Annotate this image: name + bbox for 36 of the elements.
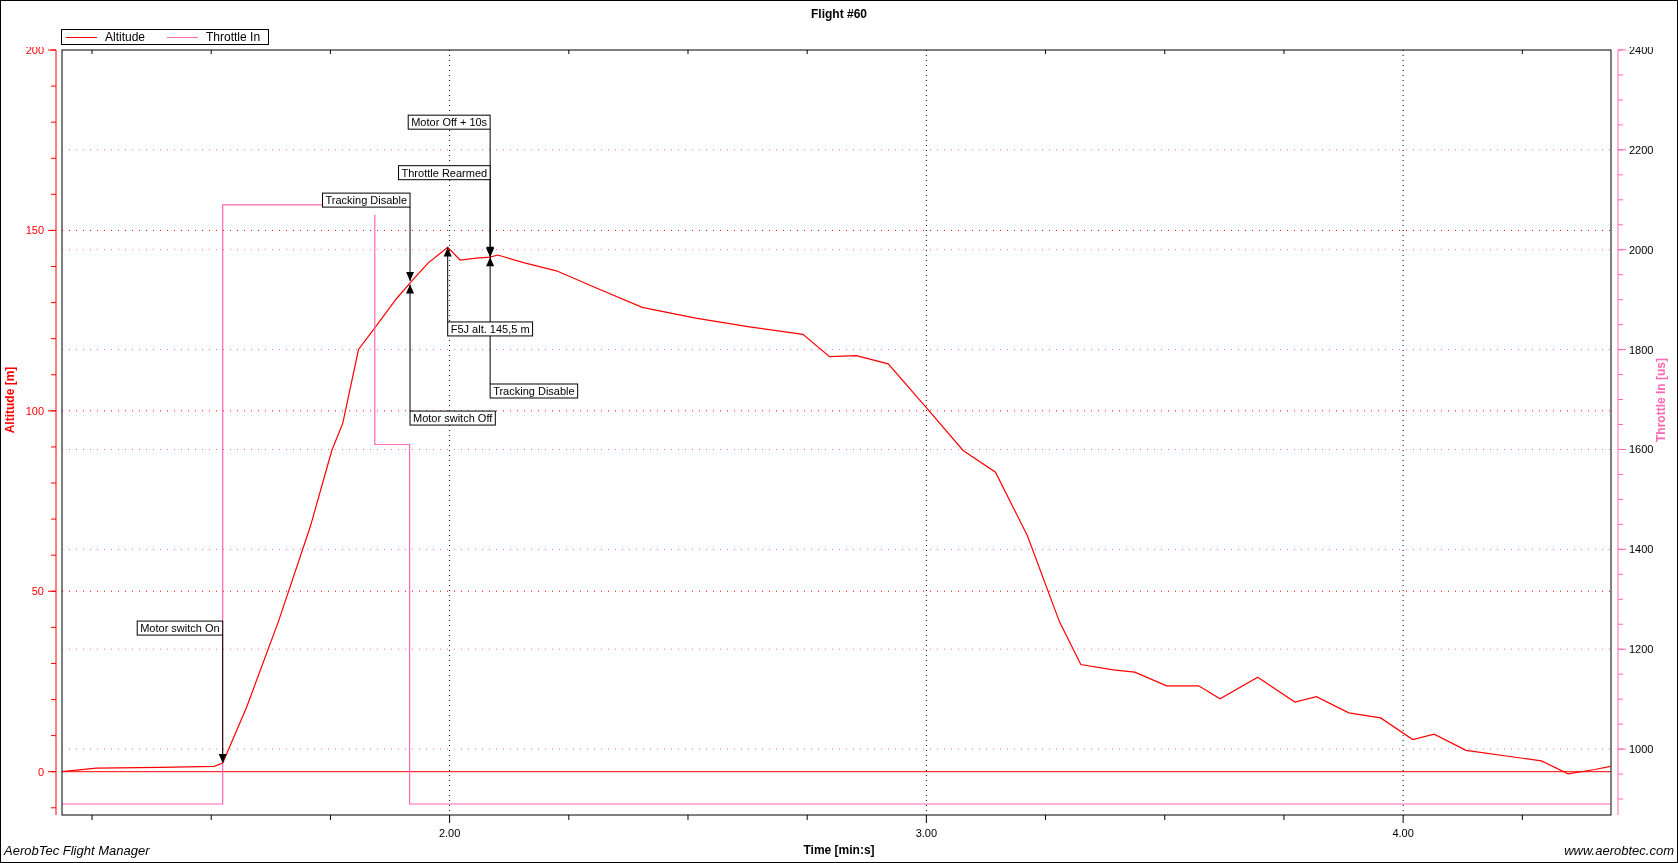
annotation-label: Motor switch On xyxy=(136,620,224,636)
annotation: Motor switch Off xyxy=(413,412,494,425)
legend-label: Altitude xyxy=(105,30,146,44)
chart-title: Flight #60 xyxy=(811,7,867,21)
annotation-label: Throttle Rearmed xyxy=(398,165,491,181)
axis-tick-label: 0 xyxy=(37,765,44,778)
axis-tick-label: 150 xyxy=(25,224,44,237)
axis-tick-label: 1600 xyxy=(1629,443,1654,456)
annotation: F5J alt. 145,5 m xyxy=(450,322,530,335)
annotation: Motor switch On xyxy=(140,622,220,635)
axis-title: Throttle In [us] xyxy=(1654,358,1668,442)
axis-tick-label: 2400 xyxy=(1629,47,1654,56)
axis-tick-label: 50 xyxy=(31,585,44,598)
axis-tick-label: 2.00 xyxy=(438,827,461,838)
website-text: www.aerobtec.com xyxy=(1564,842,1674,858)
annotation-label: F5J alt. 145,5 m xyxy=(447,321,534,337)
annotation: Motor Off + 10s xyxy=(411,116,488,129)
axis-tick-label: 2000 xyxy=(1629,243,1654,256)
axis-tick-label: 1000 xyxy=(1629,743,1654,756)
legend-label: Throttle In xyxy=(206,30,261,44)
axis-tick-label: 200 xyxy=(25,47,44,56)
axis-tick-label: 1200 xyxy=(1629,643,1654,656)
axis-tick-label: 1400 xyxy=(1629,543,1654,556)
annotation-label: Motor switch Off xyxy=(409,410,496,426)
axis-tick-label: 4.00 xyxy=(1392,827,1414,838)
axis-tick-label: 2200 xyxy=(1629,143,1654,156)
axis-tick-label: 3.00 xyxy=(915,827,938,838)
axis-tick-label: 100 xyxy=(25,404,44,417)
annotation: Tracking Disable xyxy=(493,385,575,397)
annotation-label: Tracking Disable xyxy=(322,192,411,208)
axis-title: Time [min:s] xyxy=(803,843,875,857)
axis-tick-label: 1800 xyxy=(1629,343,1654,356)
app-name: AerobTec Flight Manager xyxy=(4,842,151,858)
annotation-label: Motor Off + 10s xyxy=(407,114,491,130)
annotation-label: Tracking Disable xyxy=(489,383,579,399)
axis-title: Altitude [m] xyxy=(3,366,17,434)
